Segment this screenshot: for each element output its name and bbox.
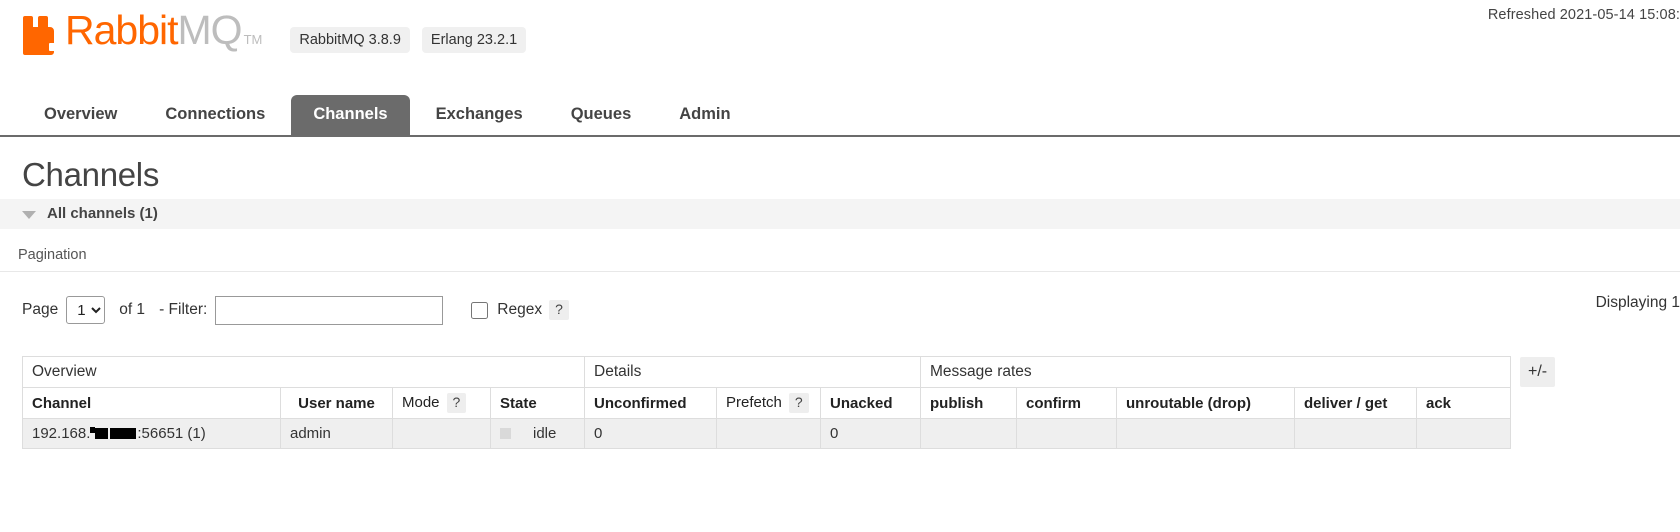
wordmark-mq: MQ: [177, 7, 243, 53]
table-row[interactable]: 192.168. :56651 (1) admin idle 0 0: [22, 418, 1511, 449]
wordmark-rabbit: Rabbit: [65, 7, 179, 53]
rabbitmq-logo[interactable]: RabbitMQ TM: [22, 10, 262, 60]
cell-state: idle: [490, 418, 585, 449]
table-group-header-row: Overview Details Message rates: [22, 356, 1511, 388]
channel-port-suffix: :56651 (1): [137, 425, 206, 442]
column-toggle-button[interactable]: +/-: [1520, 357, 1556, 387]
cell-unroutable-drop: [1116, 418, 1295, 449]
rabbitmq-wordmark: RabbitMQ TM: [65, 10, 262, 60]
refreshed-timestamp: Refreshed 2021-05-14 15:08:: [1487, 7, 1680, 23]
prefetch-help-icon[interactable]: ?: [788, 393, 809, 413]
channel-ip-prefix: 192.168.: [32, 425, 91, 442]
cell-unacked: 0: [820, 418, 921, 449]
col-publish[interactable]: publish: [920, 387, 1017, 419]
col-mode: Mode?: [392, 387, 491, 419]
channels-table-wrapper: Overview Details Message rates Channel U…: [22, 356, 1680, 449]
trademark-mark: TM: [243, 32, 263, 47]
redaction-icon: [110, 427, 137, 439]
status-square-icon: [500, 427, 511, 439]
col-prefetch-label: Prefetch: [726, 394, 782, 411]
group-overview: Overview: [22, 356, 585, 388]
col-unacked[interactable]: Unacked: [820, 387, 921, 419]
cell-deliver-get: [1294, 418, 1417, 449]
tab-queues[interactable]: Queues: [549, 95, 654, 135]
displaying-count: Displaying 1: [1595, 294, 1680, 311]
col-prefetch: Prefetch?: [716, 387, 821, 419]
cell-prefetch: [716, 418, 821, 449]
cell-ack: [1416, 418, 1511, 449]
page-number-select[interactable]: 1: [66, 296, 106, 324]
badge-rabbitmq-version: RabbitMQ 3.8.9: [290, 27, 410, 53]
pagination-controls: Page 1 of 1 - Filter: Regex ? Displaying…: [0, 272, 1680, 330]
filter-input[interactable]: [215, 295, 444, 325]
cell-publish: [920, 418, 1017, 449]
col-ack[interactable]: ack: [1416, 387, 1511, 419]
col-unconfirmed[interactable]: Unconfirmed: [584, 387, 717, 419]
col-channel[interactable]: Channel: [22, 387, 281, 419]
cell-unconfirmed: 0: [584, 418, 717, 449]
redaction-icon: [95, 427, 109, 439]
table-column-header-row: Channel User name Mode? State Unconfirme…: [22, 387, 1511, 419]
main-navigation: Overview Connections Channels Exchanges …: [0, 90, 1680, 137]
tab-exchanges[interactable]: Exchanges: [414, 95, 545, 135]
tab-admin[interactable]: Admin: [657, 95, 752, 135]
version-badges: RabbitMQ 3.8.9 Erlang 23.2.1: [290, 27, 538, 53]
cell-confirm: [1016, 418, 1117, 449]
badge-erlang-version: Erlang 23.2.1: [421, 27, 527, 53]
page-label: Page: [22, 301, 59, 318]
pagination-heading: Pagination: [0, 229, 1680, 272]
tab-overview[interactable]: Overview: [22, 95, 139, 135]
page-header: Refreshed 2021-05-14 15:08: RabbitMQ TM R…: [0, 0, 1680, 90]
regex-checkbox[interactable]: [471, 301, 489, 319]
col-user-name[interactable]: User name: [280, 387, 393, 419]
col-deliver-get[interactable]: deliver / get: [1294, 387, 1417, 419]
tab-channels[interactable]: Channels: [291, 95, 410, 135]
section-all-channels[interactable]: All channels (1): [0, 199, 1680, 229]
regex-label: Regex: [497, 301, 543, 318]
pagination-section: Pagination Page 1 of 1 - Filter: Regex ?…: [0, 229, 1680, 330]
cell-mode: [392, 418, 491, 449]
col-mode-label: Mode: [402, 394, 440, 411]
chevron-down-icon[interactable]: [22, 210, 36, 219]
brand-row: RabbitMQ TM RabbitMQ 3.8.9 Erlang 23.2.1: [22, 10, 538, 60]
channels-table: Overview Details Message rates Channel U…: [22, 356, 1511, 449]
cell-user-name: admin: [280, 418, 393, 449]
col-unroutable-drop[interactable]: unroutable (drop): [1116, 387, 1295, 419]
col-confirm[interactable]: confirm: [1016, 387, 1117, 419]
cell-state-label: idle: [533, 425, 557, 442]
group-details: Details: [584, 356, 921, 388]
rabbit-logo-icon: [22, 16, 62, 56]
section-all-channels-label: All channels (1): [47, 205, 158, 222]
tab-connections[interactable]: Connections: [143, 95, 287, 135]
col-state[interactable]: State: [490, 387, 585, 419]
cell-channel-name[interactable]: 192.168. :56651 (1): [22, 418, 281, 449]
page-total-label: of 1: [119, 301, 146, 318]
page-content: Channels All channels (1) Pagination Pag…: [0, 157, 1680, 449]
mode-help-icon[interactable]: ?: [446, 393, 467, 413]
group-message-rates: Message rates: [920, 356, 1511, 388]
regex-help-icon[interactable]: ?: [549, 300, 569, 320]
page-title: Channels: [22, 156, 160, 193]
filter-label: - Filter:: [159, 301, 208, 318]
